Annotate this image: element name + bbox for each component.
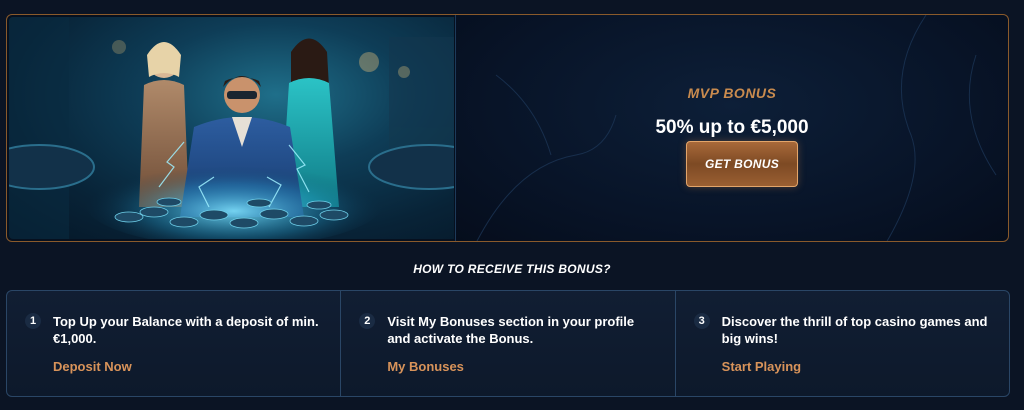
step-number: 3 <box>693 313 710 329</box>
steps-card: 1 Top Up your Balance with a deposit of … <box>6 290 1010 397</box>
offer-title: 50% up to €5,000 <box>655 117 809 138</box>
casino-hero-image <box>9 17 454 239</box>
step-number: 2 <box>359 313 376 329</box>
howto-title: HOW TO RECEIVE THIS BONUS? <box>413 262 611 276</box>
step-text: Top Up your Balance with a deposit of mi… <box>53 314 319 346</box>
step-number: 1 <box>25 313 41 329</box>
get-bonus-button[interactable]: GET BONUS <box>686 141 798 187</box>
step-2: 2 Visit My Bonuses section in your profi… <box>340 291 674 396</box>
bonus-hero-card: MVP BONUS 50% up to €5,000 GET BONUS <box>6 14 1009 242</box>
step-text: Discover the thrill of top casino games … <box>721 314 988 346</box>
start-playing-link[interactable]: Start Playing <box>722 359 801 374</box>
offer-kicker: MVP BONUS <box>687 85 777 101</box>
bonus-offer-panel: MVP BONUS 50% up to €5,000 GET BONUS <box>455 15 1008 241</box>
casino-scene-illustration <box>9 17 454 239</box>
step-3: 3 Discover the thrill of top casino game… <box>674 291 1009 396</box>
deposit-now-link[interactable]: Deposit Now <box>53 359 132 374</box>
my-bonuses-link[interactable]: My Bonuses <box>387 359 464 374</box>
step-text: Visit My Bonuses section in your profile… <box>387 314 635 346</box>
step-1: 1 Top Up your Balance with a deposit of … <box>7 291 340 396</box>
